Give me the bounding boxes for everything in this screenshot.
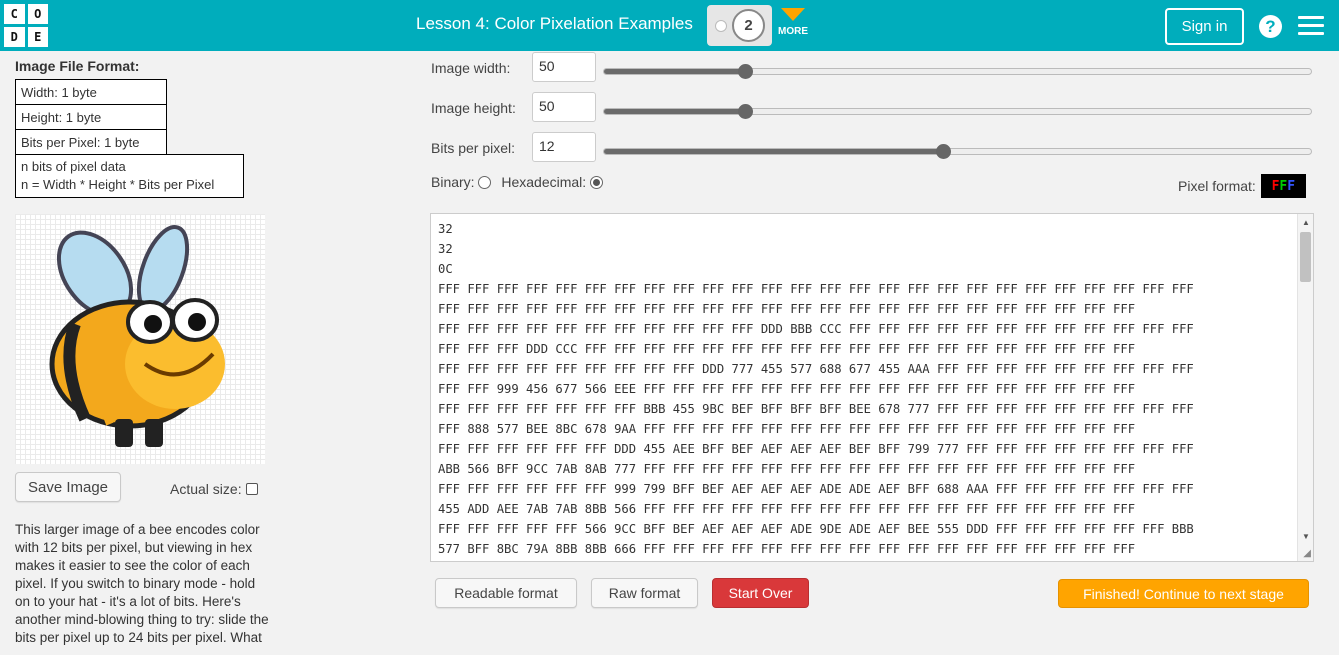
bits-per-pixel-slider-fill xyxy=(604,149,944,154)
pixel-data-line: FFF FFF 999 456 677 566 EEE FFF FFF FFF … xyxy=(438,382,1136,396)
readable-format-button[interactable]: Readable format xyxy=(435,578,577,608)
actual-size-control[interactable]: Actual size: xyxy=(170,481,258,497)
pixel-data-line: FFF FFF FFF FFF FFF FFF FFF FFF FFF DDD … xyxy=(438,362,1194,376)
code-logo[interactable]: C O D E xyxy=(4,4,48,47)
format-width-row: Width: 1 byte xyxy=(15,79,167,105)
binary-radio[interactable] xyxy=(478,176,492,189)
image-height-slider-handle[interactable] xyxy=(738,104,754,119)
bits-per-pixel-slider-handle[interactable] xyxy=(936,144,952,159)
save-image-button[interactable]: Save Image xyxy=(15,472,121,502)
menu-icon[interactable] xyxy=(1298,16,1324,36)
bee-image xyxy=(49,225,225,447)
more-button[interactable]: MORE xyxy=(776,8,810,37)
format-bpp-row: Bits per Pixel: 1 byte xyxy=(15,129,167,155)
progress-level-current[interactable]: 2 xyxy=(732,9,765,42)
pixel-data-line: 32 xyxy=(438,222,453,236)
pixel-data-line: FFF FFF FFF FFF FFF 566 9CC BFF BEF AEF … xyxy=(438,522,1194,536)
image-height-slider-fill xyxy=(604,109,746,114)
pixel-data-line: FFF FFF FFF FFF FFF FFF DDD 455 AEE BFF … xyxy=(438,442,1194,456)
pixel-data-line: ABB 566 BFF 9CC 7AB 8AB 777 FFF FFF FFF … xyxy=(438,462,1136,476)
pixel-data-line: FFF 888 577 BEE 8BC 678 9AA FFF FFF FFF … xyxy=(438,422,1136,436)
pixel-data-line: FFF FFF FFF DDD CCC FFF FFF FFF FFF FFF … xyxy=(438,342,1136,356)
hexadecimal-radio[interactable] xyxy=(590,176,604,189)
resize-grip-icon[interactable]: ◢ xyxy=(1303,548,1311,559)
image-width-slider-fill xyxy=(604,69,746,74)
logo-letter-e: E xyxy=(27,27,48,47)
pixel-data-line: FFF FFF FFF FFF FFF FFF FFF BBB 455 9BC … xyxy=(438,402,1194,416)
lesson-progress: 2 xyxy=(707,5,772,46)
pixel-format-blue: F xyxy=(1287,178,1296,194)
actual-size-checkbox[interactable] xyxy=(245,483,258,495)
pixel-data-line: 0C xyxy=(438,262,453,276)
progress-level-1[interactable] xyxy=(715,20,727,32)
top-header-bar: C O D E Lesson 4: Color Pixelation Examp… xyxy=(0,0,1339,51)
pixel-data-line: FFF FFF FFF FFF FFF FFF FFF FFF FFF FFF … xyxy=(438,282,1194,296)
chevron-down-icon xyxy=(781,8,805,21)
pixel-data-textarea[interactable]: 32 32 0C FFF FFF FFF FFF FFF FFF FFF FFF FF… xyxy=(430,213,1314,562)
pixel-image-canvas xyxy=(15,214,265,464)
logo-letter-c: C xyxy=(4,4,25,24)
pixel-format-label: Pixel format: xyxy=(1178,178,1256,194)
bits-per-pixel-label: Bits per pixel: xyxy=(431,140,516,156)
sign-in-button[interactable]: Sign in xyxy=(1165,8,1244,45)
lesson-title: Lesson 4: Color Pixelation Examples xyxy=(416,14,693,33)
pixel-format-green: F xyxy=(1279,178,1288,194)
bits-per-pixel-slider[interactable] xyxy=(603,144,1312,159)
encoding-mode-group: Binary: Hexadecimal: xyxy=(431,174,604,190)
format-data-line-2: n = Width * Height * Bits per Pixel xyxy=(21,177,215,192)
image-height-input[interactable]: 50 xyxy=(532,92,596,122)
pixel-data-line: 455 ADD AEE 7AB 7AB 8BB 566 FFF FFF FFF … xyxy=(438,502,1136,516)
bits-per-pixel-input[interactable]: 12 xyxy=(532,132,596,162)
pixel-data-lines: 32 32 0C FFF FFF FFF FFF FFF FFF FFF FFF FF… xyxy=(438,219,1194,559)
image-height-label: Image height: xyxy=(431,100,516,116)
pixel-data-line: FFF FFF FFF FFF FFF FFF FFF FFF FFF FFF … xyxy=(438,322,1194,336)
pixel-data-line: 32 xyxy=(438,242,453,256)
image-width-slider-handle[interactable] xyxy=(738,64,754,79)
start-over-button[interactable]: Start Over xyxy=(712,578,809,608)
finished-continue-button[interactable]: Finished! Continue to next stage xyxy=(1058,579,1309,608)
pixel-format-swatch: FFF xyxy=(1260,174,1306,198)
actual-size-label: Actual size: xyxy=(170,481,242,497)
image-width-label: Image width: xyxy=(431,60,511,76)
image-width-slider[interactable] xyxy=(603,64,1312,79)
format-title: Image File Format: xyxy=(15,58,140,74)
more-label: MORE xyxy=(778,26,808,37)
format-data-row: n bits of pixel data n = Width * Height … xyxy=(15,154,244,198)
pixel-data-line: 577 BFF 8BC 79A 8BB 8BB 666 FFF FFF FFF … xyxy=(438,542,1136,556)
logo-letter-o: O xyxy=(27,4,48,24)
scroll-up-icon[interactable]: ▲ xyxy=(1302,218,1310,227)
hexadecimal-label: Hexadecimal: xyxy=(501,174,587,190)
scroll-thumb[interactable] xyxy=(1300,232,1311,282)
pixel-data-line: FFF FFF FFF FFF FFF FFF FFF FFF FFF FFF … xyxy=(438,302,1136,316)
binary-label: Binary: xyxy=(431,174,475,190)
image-width-input[interactable]: 50 xyxy=(532,52,596,82)
instruction-text: This larger image of a bee encodes color… xyxy=(15,522,269,645)
scroll-down-icon[interactable]: ▼ xyxy=(1302,532,1310,541)
textarea-scrollbar[interactable]: ▲ ▼ xyxy=(1297,214,1313,561)
raw-format-button[interactable]: Raw format xyxy=(591,578,698,608)
help-icon[interactable]: ? xyxy=(1259,15,1282,38)
image-height-slider[interactable] xyxy=(603,104,1312,119)
logo-letter-d: D xyxy=(4,27,25,47)
format-data-line-1: n bits of pixel data xyxy=(21,159,126,174)
pixel-format-red: F xyxy=(1271,178,1280,194)
pixel-format-indicator: Pixel format: FFF xyxy=(1178,174,1306,198)
format-height-row: Height: 1 byte xyxy=(15,104,167,130)
pixel-data-line: FFF FFF FFF FFF FFF FFF 999 799 BFF BEF … xyxy=(438,482,1194,496)
